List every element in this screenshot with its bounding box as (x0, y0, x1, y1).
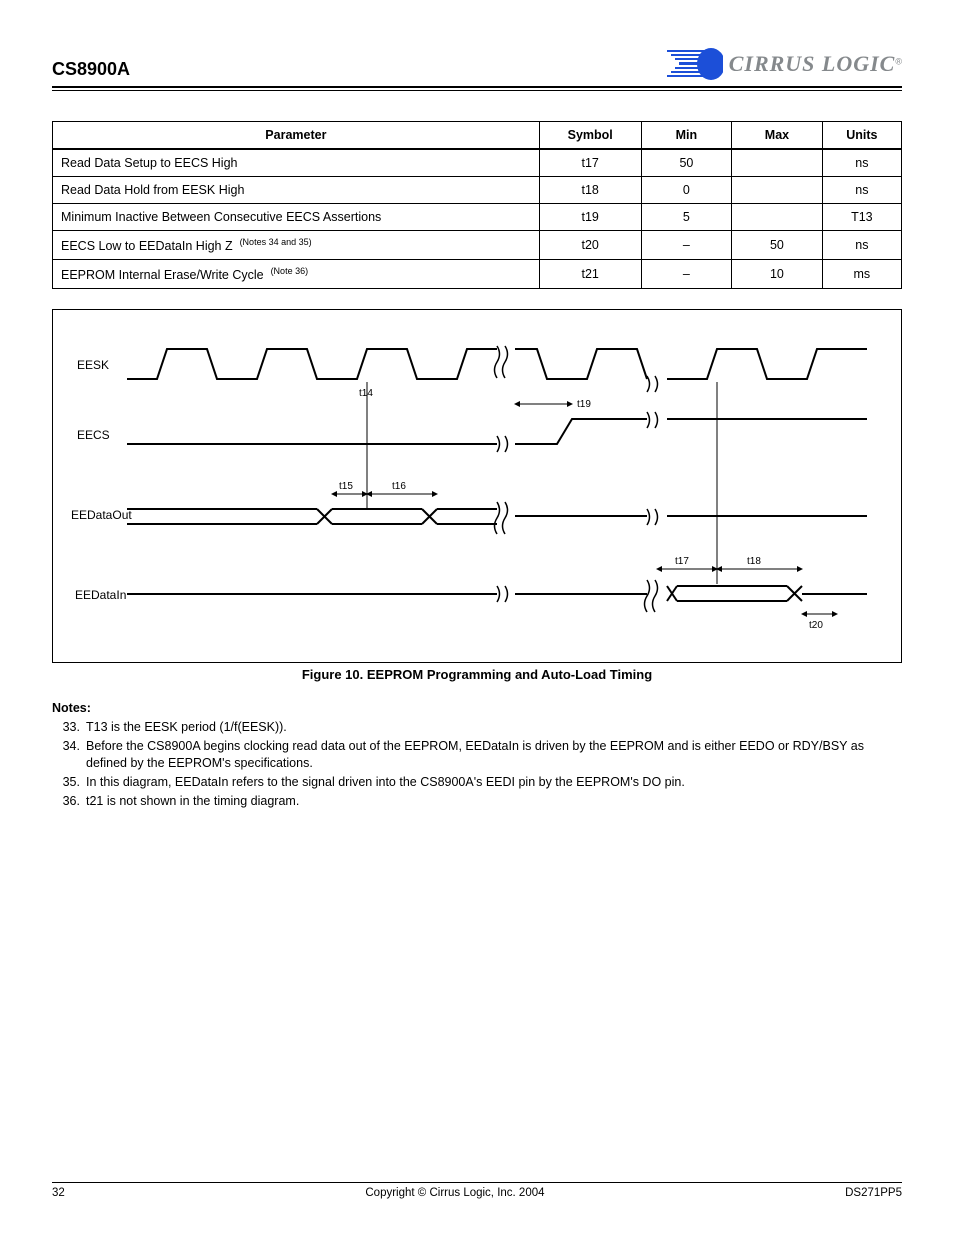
note-text: T13 is the EESK period (1/f(EESK)). (86, 719, 902, 736)
signal-label: EEDataOut (71, 508, 132, 522)
note-item: 36. t21 is not shown in the timing diagr… (52, 793, 902, 810)
signal-label: EESK (77, 358, 109, 372)
cell-param: Read Data Hold from EESK High (53, 177, 540, 204)
table-row: Minimum Inactive Between Consecutive EEC… (53, 204, 902, 231)
cell-min: – (641, 260, 732, 289)
timing-label-t18: t18 (747, 556, 761, 567)
cell-min: 5 (641, 204, 732, 231)
figure-caption: Figure 10. EEPROM Programming and Auto-L… (52, 667, 902, 682)
signal-label: EECS (77, 428, 110, 442)
col-symbol: Symbol (539, 122, 641, 150)
timing-diagram: EESK EECS t19 EE (59, 324, 895, 654)
header-subrule (52, 90, 902, 91)
col-units: Units (822, 122, 901, 150)
cell-sym: t18 (539, 177, 641, 204)
timing-label-t19: t19 (577, 399, 591, 410)
page-number: 32 (52, 1187, 65, 1199)
note-item: 33. T13 is the EESK period (1/f(EESK)). (52, 719, 902, 736)
cell-min: 0 (641, 177, 732, 204)
timing-label-t14: t14 (359, 388, 373, 399)
doc-code: DS271PP5 (845, 1187, 902, 1199)
cell-max: 10 (732, 260, 823, 289)
cell-min: – (641, 231, 732, 260)
table-row: EECS Low to EEDataIn High Z (Notes 34 an… (53, 231, 902, 260)
timing-label-t17: t17 (675, 556, 689, 567)
cell-max (732, 204, 823, 231)
logo-icon (667, 48, 723, 80)
notes-title: Notes: (52, 701, 91, 715)
note-item: 34. Before the CS8900A begins clocking r… (52, 738, 902, 772)
note-number: 35. (52, 774, 80, 791)
note-number: 33. (52, 719, 80, 736)
note-text: t21 is not shown in the timing diagram. (86, 793, 902, 810)
table-row: Read Data Setup to EECS High t17 50 ns (53, 149, 902, 177)
timing-label-t16: t16 (392, 481, 406, 492)
copyright: Copyright © Cirrus Logic, Inc. 2004 (65, 1187, 845, 1199)
timing-figure-box: EESK EECS t19 EE (52, 309, 902, 663)
logo-text: CIRRUS LOGIC (729, 51, 896, 76)
doc-part-number: CS8900A (52, 59, 130, 80)
cell-param: Minimum Inactive Between Consecutive EEC… (53, 204, 540, 231)
cell-min: 50 (641, 149, 732, 177)
signal-label: EEDataIn (75, 588, 126, 602)
col-max: Max (732, 122, 823, 150)
cell-max (732, 149, 823, 177)
logo-reg: ® (895, 57, 902, 67)
cell-param: EECS Low to EEDataIn High Z (Notes 34 an… (53, 231, 540, 260)
cell-sym: t19 (539, 204, 641, 231)
cell-unit: ns (822, 177, 901, 204)
timing-label-t15: t15 (339, 481, 353, 492)
table-row: EEPROM Internal Erase/Write Cycle (Note … (53, 260, 902, 289)
timing-label-t20: t20 (809, 620, 823, 631)
col-min: Min (641, 122, 732, 150)
cell-sym: t21 (539, 260, 641, 289)
page-footer: 32 Copyright © Cirrus Logic, Inc. 2004 D… (52, 1182, 902, 1199)
cell-sym: t20 (539, 231, 641, 260)
table-header-row: Parameter Symbol Min Max Units (53, 122, 902, 150)
table-row: Read Data Hold from EESK High t18 0 ns (53, 177, 902, 204)
cell-unit: T13 (822, 204, 901, 231)
cell-param: Read Data Setup to EECS High (53, 149, 540, 177)
col-parameter: Parameter (53, 122, 540, 150)
cell-max: 50 (732, 231, 823, 260)
timing-parameters-table: Parameter Symbol Min Max Units Read Data… (52, 121, 902, 289)
footer-rule (52, 1182, 902, 1183)
cell-max (732, 177, 823, 204)
company-logo: CIRRUS LOGIC® (667, 48, 902, 80)
note-text: In this diagram, EEDataIn refers to the … (86, 774, 902, 791)
cell-param: EEPROM Internal Erase/Write Cycle (Note … (53, 260, 540, 289)
header-rule (52, 86, 902, 88)
cell-sym: t17 (539, 149, 641, 177)
note-number: 36. (52, 793, 80, 810)
cell-unit: ms (822, 260, 901, 289)
cell-unit: ns (822, 231, 901, 260)
cell-unit: ns (822, 149, 901, 177)
notes-block: Notes: 33. T13 is the EESK period (1/f(E… (52, 700, 902, 809)
note-text: Before the CS8900A begins clocking read … (86, 738, 902, 772)
note-item: 35. In this diagram, EEDataIn refers to … (52, 774, 902, 791)
note-number: 34. (52, 738, 80, 772)
